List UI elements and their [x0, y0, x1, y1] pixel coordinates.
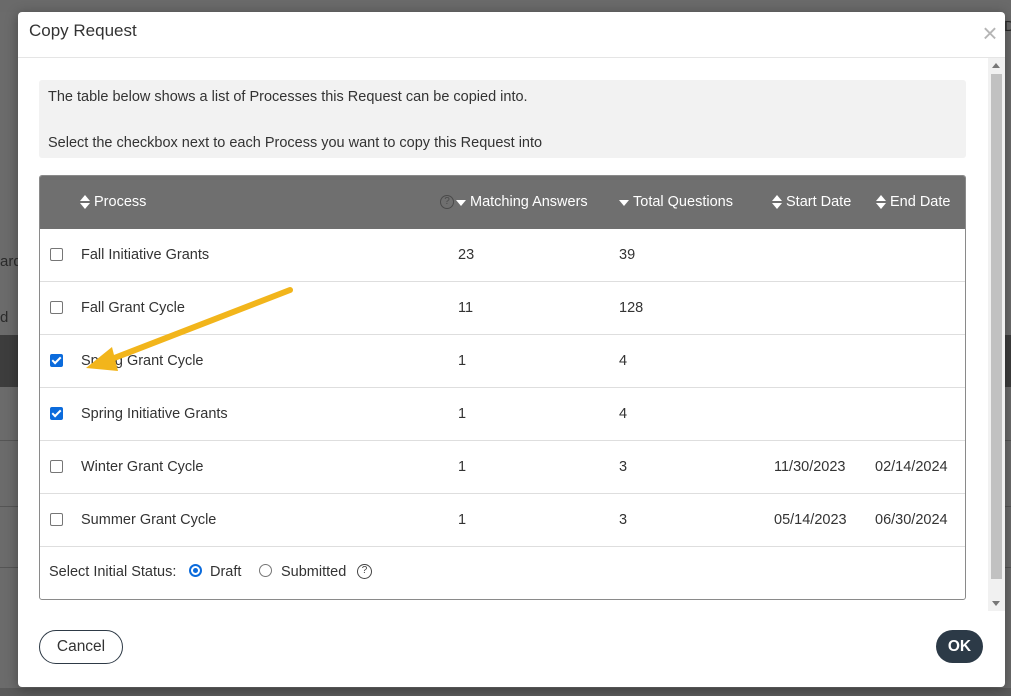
table-row: Winter Grant Cycle 1 3 11/30/2023 02/14/… [40, 441, 965, 494]
matching-answers-value: 1 [458, 512, 467, 528]
dialog-title: Copy Request [29, 21, 137, 40]
instructions-line-1: The table below shows a list of Processe… [48, 89, 528, 105]
dialog-footer: Cancel OK [18, 612, 1005, 687]
scroll-down-icon[interactable] [992, 601, 1000, 606]
initial-status-row: Select Initial Status: Draft Submitted ? [40, 546, 965, 598]
status-radio-submitted[interactable] [259, 564, 272, 577]
close-icon[interactable]: × [977, 20, 1003, 46]
matching-answers-value: 1 [458, 406, 467, 422]
column-header-label: End Date [890, 194, 951, 210]
background-text-fragment: De [1004, 18, 1011, 35]
column-header-start-date[interactable]: Start Date [772, 194, 851, 210]
process-name: Fall Initiative Grants [81, 247, 210, 263]
row-checkbox[interactable] [50, 354, 63, 367]
sort-down-icon [619, 200, 629, 206]
column-header-end-date[interactable]: End Date [876, 194, 950, 210]
dialog-header: Copy Request × [18, 12, 1005, 58]
matching-answers-value: 1 [458, 459, 467, 475]
matching-answers-value: 1 [458, 353, 467, 369]
process-name: Fall Grant Cycle [81, 300, 185, 316]
copy-request-dialog: Copy Request × The table below shows a l… [18, 12, 1005, 687]
table-row: Spring Grant Cycle 1 4 [40, 335, 965, 388]
table-row: Spring Initiative Grants 1 4 [40, 388, 965, 441]
scrollbar-thumb[interactable] [991, 74, 1002, 579]
instructions-box: The table below shows a list of Processe… [39, 80, 966, 158]
row-checkbox[interactable] [50, 301, 63, 314]
help-icon[interactable]: ? [440, 195, 454, 209]
help-icon[interactable]: ? [357, 564, 372, 579]
background-text-fragment: d [0, 309, 9, 326]
sort-icon [876, 195, 886, 209]
scroll-up-icon[interactable] [992, 63, 1000, 68]
total-questions-value: 4 [619, 406, 628, 422]
sort-down-icon [456, 200, 466, 206]
row-checkbox[interactable] [50, 460, 63, 473]
dialog-scrollbar[interactable] [988, 58, 1005, 611]
column-header-label: Total Questions [633, 194, 733, 210]
total-questions-value: 4 [619, 353, 628, 369]
row-checkbox[interactable] [50, 407, 63, 420]
row-checkbox[interactable] [50, 513, 63, 526]
column-header-matching-answers[interactable]: ? Matching Answers [440, 194, 588, 210]
instructions-line-2: Select the checkbox next to each Process… [48, 135, 543, 151]
status-option-draft-label[interactable]: Draft [210, 564, 241, 580]
matching-answers-value: 11 [458, 300, 474, 316]
initial-status-label: Select Initial Status: [49, 564, 177, 580]
background-footer-strip [0, 688, 1011, 696]
process-name: Summer Grant Cycle [81, 512, 217, 528]
dialog-body: The table below shows a list of Processe… [18, 58, 988, 611]
table-row: Fall Grant Cycle 11 128 [40, 282, 965, 335]
status-option-submitted-label[interactable]: Submitted [281, 564, 346, 580]
column-header-label: Matching Answers [470, 194, 588, 210]
process-name: Spring Grant Cycle [81, 353, 204, 369]
process-name: Spring Initiative Grants [81, 406, 228, 422]
start-date-value: 11/30/2023 [774, 459, 846, 475]
total-questions-value: 128 [619, 300, 644, 316]
total-questions-value: 3 [619, 459, 628, 475]
table-header: Process ? Matching Answers Total Questio… [40, 176, 965, 229]
sort-icon [80, 195, 90, 209]
end-date-value: 02/14/2024 [875, 459, 948, 475]
total-questions-value: 39 [619, 247, 636, 263]
background-header-strip [0, 0, 1011, 12]
process-name: Winter Grant Cycle [81, 459, 204, 475]
status-radio-draft[interactable] [189, 564, 202, 577]
column-header-label: Start Date [786, 194, 852, 210]
column-header-process[interactable]: Process [80, 194, 146, 210]
end-date-value: 06/30/2024 [875, 512, 948, 528]
cancel-button[interactable]: Cancel [39, 630, 123, 664]
column-header-label: Process [94, 194, 147, 210]
processes-table: Process ? Matching Answers Total Questio… [39, 175, 966, 600]
start-date-value: 05/14/2023 [774, 512, 847, 528]
matching-answers-value: 23 [458, 247, 475, 263]
column-header-total-questions[interactable]: Total Questions [619, 194, 733, 210]
ok-button[interactable]: OK [936, 630, 983, 663]
table-row: Fall Initiative Grants 23 39 [40, 229, 965, 282]
row-checkbox[interactable] [50, 248, 63, 261]
total-questions-value: 3 [619, 512, 628, 528]
table-row: Summer Grant Cycle 1 3 05/14/2023 06/30/… [40, 494, 965, 547]
sort-icon [772, 195, 782, 209]
